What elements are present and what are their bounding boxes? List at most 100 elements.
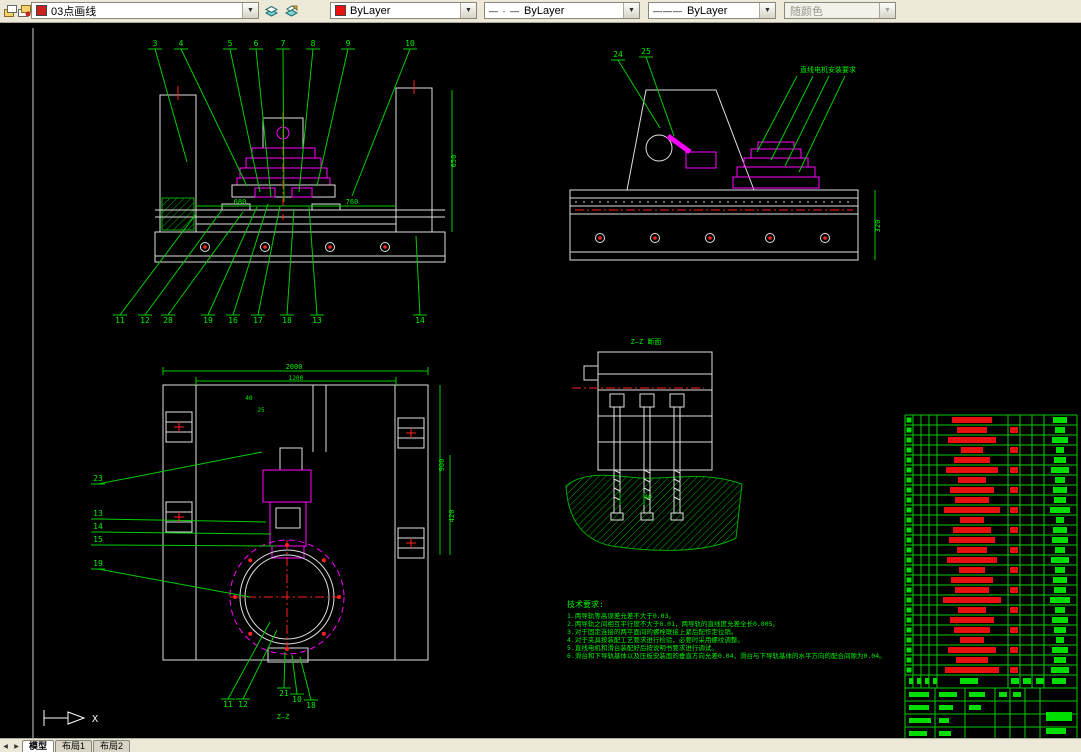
bolt-circle-hole	[321, 631, 326, 636]
layer-previous-button[interactable]	[283, 2, 300, 20]
bom-material-text	[1010, 607, 1018, 613]
bom-name-text	[948, 647, 996, 653]
balloon-number: 17	[253, 316, 263, 325]
bom-qty-text	[1056, 517, 1064, 523]
tab-nav-left-icon[interactable]: ◀	[0, 741, 11, 752]
bom-name-text	[954, 627, 990, 633]
balloon-number: 19	[203, 316, 213, 325]
bolt-hole-center	[328, 245, 332, 249]
bom-name-text	[948, 437, 996, 443]
bolt-hole-center	[383, 245, 387, 249]
balloon-number: 16	[228, 316, 238, 325]
bolt-hole-center	[653, 236, 657, 240]
tab-nav-right-icon[interactable]: ▶	[11, 741, 22, 752]
bolt-head	[669, 393, 685, 408]
bom-qty-text	[1053, 487, 1067, 493]
object-properties-toolbar: 03点画线 ▼ ByLayer ▼ — · — ByLayer ▼ ——— By…	[0, 0, 1081, 23]
titleblock-text	[939, 692, 957, 697]
leader-line	[119, 213, 197, 316]
titleblock-text	[909, 692, 929, 697]
layer-combo[interactable]: 03点画线 ▼	[31, 2, 259, 19]
tab-layout2[interactable]: 布局2	[93, 740, 131, 752]
plotstyle-combo: 随颜色 ▼	[784, 2, 896, 19]
balloon-number: 14	[93, 522, 103, 531]
dim-text: 650	[450, 155, 458, 168]
bom-index-text	[906, 587, 912, 593]
leader-line	[180, 48, 248, 187]
color-chip	[335, 5, 346, 16]
leader-line	[283, 651, 286, 689]
dim-text: 40	[245, 395, 253, 402]
bom-qty-text	[1054, 457, 1066, 463]
bom-index-text	[906, 617, 912, 623]
bom-index-text	[906, 477, 912, 483]
chevron-down-icon: ▼	[879, 3, 895, 18]
balloon-number: 24	[613, 50, 623, 59]
bom-qty-text	[1055, 607, 1065, 613]
cad-drawing: 直线电机安装要求 Z—Z Z—Z 断面 3 4 5 6 7 8 9 1011 1…	[32, 28, 1078, 739]
balloon-number: 12	[140, 316, 150, 325]
bom-name-text	[947, 557, 997, 563]
layout-tabbar: ◀ ▶ 模型 布局1 布局2	[0, 738, 1081, 752]
balloon-number: 10	[292, 695, 302, 704]
bom-index-text	[906, 597, 912, 603]
linetype-combo-value: ByLayer	[524, 4, 565, 17]
bom-index-text	[906, 497, 912, 503]
titleblock-text	[909, 731, 927, 736]
bom-index-text	[906, 647, 912, 653]
bom-qty-text	[1056, 637, 1064, 643]
bom-material-text	[1010, 647, 1018, 653]
bom-index-text	[906, 547, 912, 553]
bom-name-text	[955, 497, 989, 503]
section-view-title: Z—Z 断面	[631, 337, 662, 346]
balloon-number: 19	[93, 559, 103, 568]
bom-name-text	[958, 607, 986, 613]
bom-header-text	[909, 678, 913, 684]
lineweight-combo-value: ByLayer	[687, 4, 728, 17]
section-view: Z—Z 断面	[565, 337, 743, 551]
leader-line	[97, 544, 277, 547]
leader-line	[229, 48, 261, 193]
bom-header-text	[960, 678, 978, 684]
bom-name-text	[954, 457, 990, 463]
bom-index-text	[906, 537, 912, 543]
chevron-down-icon[interactable]: ▼	[623, 3, 639, 18]
bolt-circle-hole	[233, 595, 237, 599]
titleblock-text	[1046, 712, 1072, 721]
balloon-number: 8	[311, 39, 316, 48]
bom-index-text	[906, 467, 912, 473]
plan-section-mark: Z—Z	[277, 713, 290, 721]
bom-index-text	[906, 457, 912, 463]
dim-text: 900	[438, 459, 446, 472]
leader-line	[255, 48, 272, 198]
plotstyle-combo-value: 随颜色	[790, 5, 823, 18]
lineweight-preview: ———	[653, 5, 683, 16]
leader-balloons: 3 4 5 6 7 8 9 10 11 12 28 19 16 17 18 13 14 24 25 23 13 14 15 1…	[91, 39, 675, 710]
balloon-number: 14	[415, 316, 425, 325]
tab-layout1[interactable]: 布局1	[55, 740, 93, 752]
drawing-canvas[interactable]: 直线电机安装要求 Z—Z Z—Z 断面 3 4 5 6 7 8 9 10 11 …	[0, 23, 1081, 739]
bom-material-text	[1010, 587, 1018, 593]
leader-line	[298, 48, 314, 193]
chevron-down-icon[interactable]: ▼	[460, 3, 476, 18]
linetype-combo[interactable]: — · — ByLayer ▼	[484, 2, 640, 19]
bom-material-text	[1010, 447, 1018, 453]
lineweight-combo[interactable]: ——— ByLayer ▼	[648, 2, 776, 19]
title-block	[904, 687, 1078, 739]
bom-qty-text	[1051, 667, 1069, 673]
bom-name-text	[950, 617, 994, 623]
bolt-hole-center	[263, 245, 267, 249]
center-marks-and-holes	[174, 233, 830, 651]
tab-model[interactable]: 模型	[22, 740, 55, 752]
leader-line	[415, 235, 421, 316]
chevron-down-icon[interactable]: ▼	[759, 3, 775, 18]
make-object-layer-current-button[interactable]	[263, 2, 280, 20]
color-combo[interactable]: ByLayer ▼	[330, 2, 477, 19]
bom-name-text	[946, 467, 998, 473]
layer-diamond-icon	[265, 5, 278, 17]
chevron-down-icon[interactable]: ▼	[242, 3, 258, 18]
note-line: 4.对于夹具按装配工艺要求进行检验，必要时采用螺纹调整。	[567, 635, 744, 644]
bom-qty-text	[1052, 647, 1068, 653]
leader-line	[351, 48, 411, 197]
bom-name-text	[956, 657, 988, 663]
